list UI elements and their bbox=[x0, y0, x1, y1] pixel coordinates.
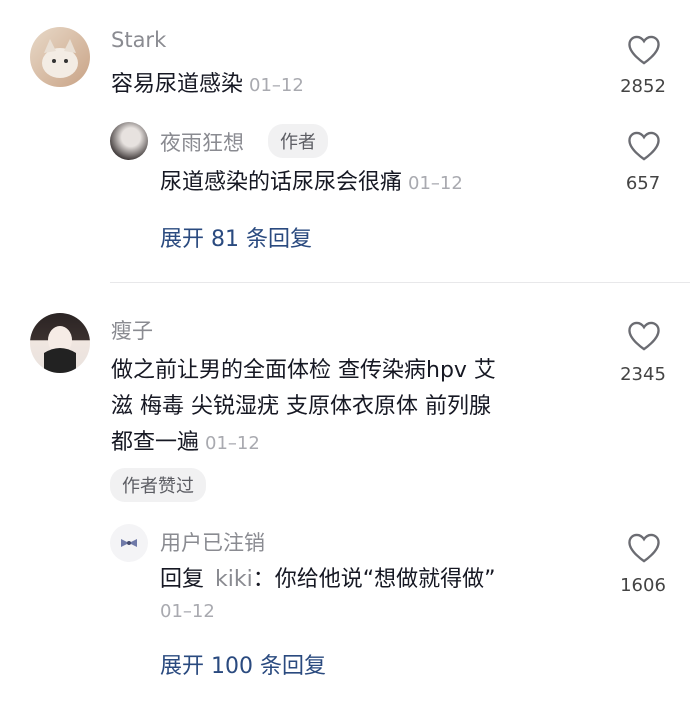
reply-like-count: 657 bbox=[625, 173, 661, 194]
reply-body: ：你给他说“想做就得做” bbox=[252, 567, 496, 592]
like-count: 2345 bbox=[620, 364, 666, 385]
reply-like-button[interactable] bbox=[626, 130, 662, 166]
comment-line-1: 做之前让男的全面体检 查传染病hpv 艾 bbox=[111, 358, 496, 383]
heart-outline-icon bbox=[628, 131, 660, 161]
comment-text: 做之前让男的全面体检 查传染病hpv 艾 滋 梅毒 尖锐湿疣 支原体衣原体 前列… bbox=[111, 353, 581, 462]
heart-outline-icon bbox=[628, 533, 660, 563]
comment-username[interactable]: 瘦子 bbox=[111, 315, 153, 345]
author-badge: 作者 bbox=[268, 124, 328, 158]
comment-time: 01–12 bbox=[205, 433, 260, 454]
reply-prefix: 回复 bbox=[160, 567, 205, 592]
reply-time: 01–12 bbox=[160, 601, 215, 622]
reply-text: 回复 kiki：你给他说“想做就得做” bbox=[160, 562, 496, 598]
reply-body: 尿道感染的话尿尿会很痛 bbox=[160, 170, 403, 195]
comment-username[interactable]: Stark bbox=[111, 28, 166, 52]
comment-text: 容易尿道感染 01–12 bbox=[111, 67, 304, 104]
avatar-reply-author[interactable] bbox=[110, 122, 148, 160]
divider bbox=[110, 282, 690, 283]
heart-outline-icon bbox=[628, 35, 660, 65]
comment-time: 01–12 bbox=[249, 75, 304, 96]
reply-like-count: 1606 bbox=[620, 575, 666, 596]
expand-replies-link[interactable]: 展开 81 条回复 bbox=[160, 221, 312, 253]
expand-replies-link[interactable]: 展开 100 条回复 bbox=[160, 648, 326, 680]
reply-time: 01–12 bbox=[408, 173, 463, 194]
reply-username[interactable]: 用户已注销 bbox=[160, 527, 265, 557]
like-count: 2852 bbox=[620, 76, 666, 97]
reply-to-user[interactable]: kiki bbox=[215, 567, 253, 592]
avatar-stark[interactable] bbox=[30, 27, 90, 87]
comment-body: 容易尿道感染 bbox=[111, 72, 244, 97]
comment-line-2: 滋 梅毒 尖锐湿疣 支原体衣原体 前列腺 bbox=[111, 394, 491, 419]
reply-text: 尿道感染的话尿尿会很痛 01–12 bbox=[160, 165, 463, 202]
comment-line-3-text: 都查一遍 bbox=[111, 430, 200, 455]
like-button[interactable] bbox=[626, 34, 662, 70]
like-button[interactable] bbox=[626, 320, 662, 356]
reply-like-button[interactable] bbox=[626, 532, 662, 568]
avatar-deleted-user[interactable] bbox=[110, 524, 148, 562]
comment-line-3: 都查一遍 01–12 bbox=[111, 425, 581, 462]
heart-outline-icon bbox=[628, 321, 660, 351]
author-liked-badge: 作者赞过 bbox=[110, 468, 206, 502]
avatar-shouzi[interactable] bbox=[30, 313, 90, 373]
reply-username[interactable]: 夜雨狂想 bbox=[160, 127, 244, 157]
